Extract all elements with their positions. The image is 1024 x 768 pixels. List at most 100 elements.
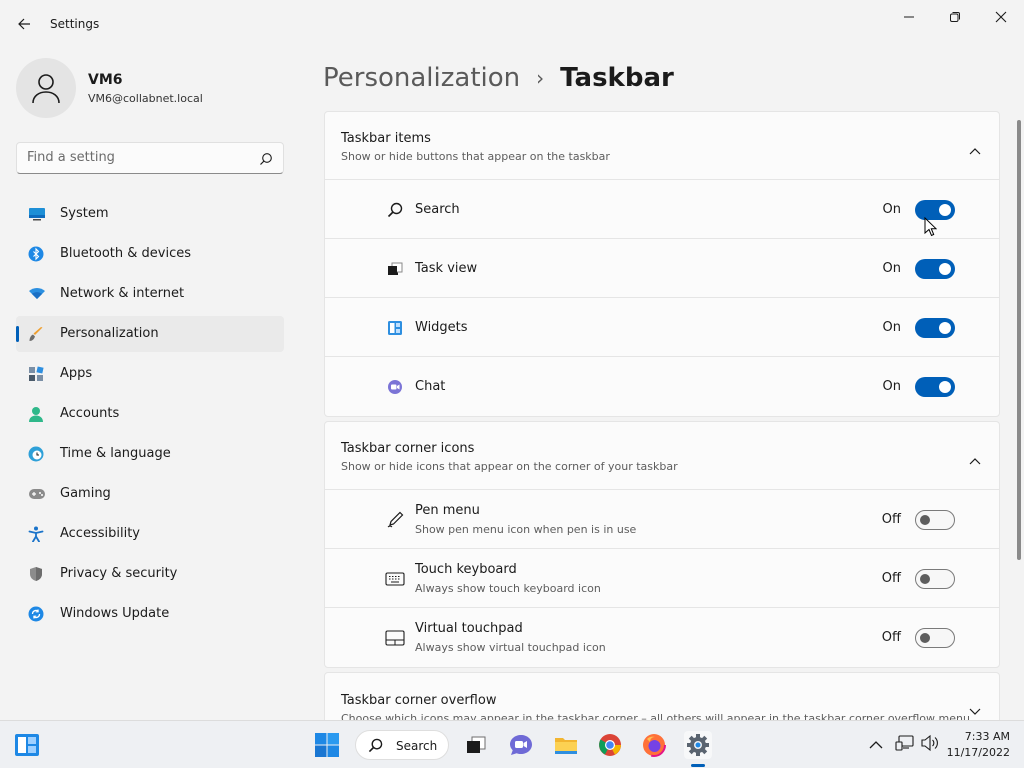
chevron-up-icon[interactable]	[869, 735, 883, 754]
pen-icon	[385, 510, 405, 530]
setting-row-task-view: Task view On	[325, 239, 999, 298]
setting-row-chat: Chat On	[325, 357, 999, 416]
setting-description: Show pen menu icon when pen is in use	[415, 523, 637, 536]
setting-label: Touch keyboard	[415, 562, 517, 577]
taskbar-search-label: Search	[396, 739, 438, 753]
sidebar-item-bluetooth-devices[interactable]: Bluetooth & devices	[16, 236, 284, 272]
start-button-icon[interactable]	[314, 733, 340, 757]
sidebar-item-accessibility[interactable]: Accessibility	[16, 516, 284, 552]
setting-label: Task view	[415, 261, 478, 276]
sidebar-item-label: Accessibility	[60, 526, 140, 541]
sidebar-item-system[interactable]: System	[16, 196, 284, 232]
wifi-icon	[28, 286, 45, 302]
sidebar-item-label: Windows Update	[60, 606, 170, 621]
toggle-state: On	[882, 261, 901, 276]
page-title: Taskbar	[560, 63, 674, 93]
accounts-icon	[28, 406, 44, 422]
setting-row-virtual-touchpad: Virtual touchpad Always show virtual tou…	[325, 608, 999, 667]
virtual-touchpad-toggle[interactable]	[915, 628, 955, 648]
accessibility-icon	[28, 526, 44, 543]
user-email: VM6@collabnet.local	[88, 92, 203, 105]
widgets-icon[interactable]	[14, 733, 40, 757]
chat-icon	[385, 377, 405, 397]
brush-icon	[28, 326, 44, 342]
taskbar-search[interactable]: Search	[355, 730, 449, 760]
avatar[interactable]	[16, 58, 76, 118]
clock-date: 11/17/2022	[946, 746, 1010, 759]
setting-description: Always show touch keyboard icon	[415, 582, 601, 595]
keyboard-icon	[385, 569, 405, 589]
active-app-indicator	[691, 764, 705, 767]
chevron-down-icon[interactable]	[969, 701, 981, 720]
chat-icon[interactable]	[507, 731, 535, 759]
breadcrumb-parent[interactable]: Personalization	[323, 63, 520, 93]
taskbar: Search 7:33 AM 11/17/2022	[0, 720, 1024, 768]
chat-toggle[interactable]	[915, 377, 955, 397]
search-input[interactable]	[27, 150, 247, 165]
time-language-icon	[28, 446, 44, 462]
setting-label: Virtual touchpad	[415, 621, 523, 636]
sidebar-item-windows-update[interactable]: Windows Update	[16, 596, 284, 632]
network-icon[interactable]	[895, 734, 915, 756]
file-explorer-icon[interactable]	[552, 731, 580, 759]
sidebar-item-apps[interactable]: Apps	[16, 356, 284, 392]
clock[interactable]: 7:33 AM 11/17/2022	[947, 729, 1010, 761]
touch-keyboard-toggle[interactable]	[915, 569, 955, 589]
corner-icons-section: Taskbar corner icons Show or hide icons …	[324, 421, 1000, 668]
sidebar-item-network-internet[interactable]: Network & internet	[16, 276, 284, 312]
mouse-cursor-icon	[924, 216, 938, 241]
minimize-button[interactable]	[886, 6, 932, 28]
sidebar-item-privacy-security[interactable]: Privacy & security	[16, 556, 284, 592]
sidebar-item-label: Gaming	[60, 486, 111, 501]
back-button[interactable]	[14, 14, 34, 34]
search-icon	[368, 738, 383, 757]
sidebar-item-accounts[interactable]: Accounts	[16, 396, 284, 432]
corner-icons-header[interactable]: Taskbar corner icons Show or hide icons …	[325, 422, 999, 490]
shield-icon	[28, 566, 44, 582]
close-icon	[995, 11, 1007, 23]
apps-icon	[28, 366, 44, 382]
back-arrow-icon	[18, 18, 30, 30]
sidebar-item-gaming[interactable]: Gaming	[16, 476, 284, 512]
settings-app-icon[interactable]	[684, 731, 712, 759]
setting-row-touch-keyboard: Touch keyboard Always show touch keyboar…	[325, 549, 999, 608]
maximize-button[interactable]	[932, 6, 978, 28]
widgets-toggle[interactable]	[915, 318, 955, 338]
corner-overflow-section[interactable]: Taskbar corner overflow Choose which ico…	[324, 672, 1000, 720]
pen-menu-toggle[interactable]	[915, 510, 955, 530]
toggle-state: On	[882, 202, 901, 217]
sidebar-item-personalization[interactable]: Personalization	[16, 316, 284, 352]
sidebar-item-label: Privacy & security	[60, 566, 178, 581]
sidebar-item-time-language[interactable]: Time & language	[16, 436, 284, 472]
toggle-state: On	[882, 379, 901, 394]
taskbar-items-header[interactable]: Taskbar items Show or hide buttons that …	[325, 112, 999, 180]
sidebar-item-label: Accounts	[60, 406, 120, 421]
bluetooth-icon	[28, 246, 44, 262]
chevron-up-icon[interactable]	[969, 450, 981, 469]
main-content: Taskbar items Show or hide buttons that …	[324, 111, 1000, 720]
task-view-icon	[385, 259, 405, 279]
setting-label: Pen menu	[415, 503, 480, 518]
task-view-toggle[interactable]	[915, 259, 955, 279]
app-title: Settings	[50, 17, 100, 31]
user-profile[interactable]: VM6 VM6@collabnet.local	[16, 58, 286, 118]
chevron-up-icon[interactable]	[969, 140, 981, 159]
title-bar: Settings	[0, 0, 1024, 48]
touchpad-icon	[385, 628, 405, 648]
close-button[interactable]	[978, 6, 1024, 28]
section-subtitle: Show or hide icons that appear on the co…	[341, 460, 678, 473]
sidebar-nav: System Bluetooth & devices Network & int…	[16, 196, 284, 636]
toggle-state: Off	[881, 512, 901, 527]
minimize-icon	[904, 16, 914, 18]
firefox-icon[interactable]	[640, 731, 668, 759]
chrome-icon[interactable]	[596, 731, 624, 759]
setting-label: Search	[415, 202, 460, 217]
scrollbar[interactable]	[1017, 120, 1021, 560]
widgets-icon	[385, 318, 405, 338]
sidebar-item-label: Network & internet	[60, 286, 185, 301]
task-view-icon[interactable]	[462, 731, 490, 759]
section-subtitle: Choose which icons may appear in the tas…	[341, 712, 970, 720]
search-icon[interactable]	[259, 151, 273, 170]
settings-search	[16, 142, 284, 174]
volume-icon[interactable]	[920, 734, 940, 756]
